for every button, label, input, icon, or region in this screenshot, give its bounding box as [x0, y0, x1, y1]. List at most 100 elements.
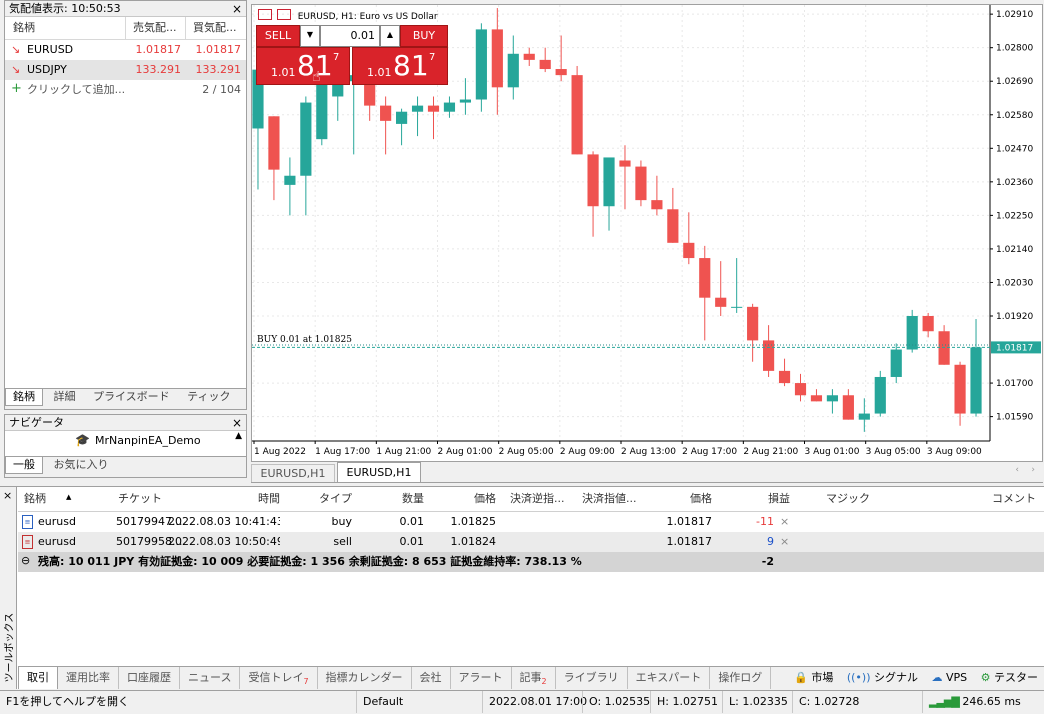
buy-button[interactable]: BUY [400, 25, 448, 47]
tab-ticks[interactable]: ティック [180, 389, 237, 405]
bid-price: 133.291 [135, 63, 182, 76]
tab-general[interactable]: 一般 [5, 457, 43, 474]
tab-news[interactable]: ニュース [180, 667, 241, 689]
symbol-name: USDJPY [27, 63, 67, 76]
close-icon[interactable]: × [232, 1, 242, 17]
sell-button[interactable]: SELL [256, 25, 300, 47]
col-profit[interactable]: 損益 [718, 489, 790, 509]
tab-articles[interactable]: 記事2 [512, 667, 556, 689]
status-help: F1を押してヘルプを開く [6, 695, 129, 708]
tab-favorites[interactable]: お気に入り [47, 457, 116, 473]
tester-link[interactable]: テスター [994, 671, 1038, 684]
scroll-up-icon[interactable]: ▲ [235, 431, 242, 441]
col-ask[interactable]: 買気配... [193, 18, 237, 38]
order-line-label: BUY 0.01 at 1.01825 [257, 335, 352, 345]
navigator-item[interactable]: 🎓 MrNanpinEA_Demo ▲ [5, 431, 246, 451]
tab-priceboard[interactable]: プライスボード [86, 389, 177, 405]
add-symbol-row[interactable]: + クリックして追加... 2 / 104 [5, 80, 246, 100]
col-symbol[interactable]: 銘柄 [24, 489, 46, 509]
candle-body [715, 297, 727, 307]
y-tick-label: 1.01700 [996, 379, 1033, 389]
chart-symbol-title: EURUSD, H1: Euro vs US Dollar [297, 12, 438, 22]
chart-area[interactable]: BUY 0.01 at 1.01825 1.02910 1.02800 1.02690… [251, 4, 1043, 462]
status-high: H: 1.02751 [650, 691, 722, 713]
candle-body [396, 111, 408, 124]
lock-icon: 🔒 [794, 671, 808, 684]
col-magic[interactable]: マジック [798, 489, 870, 509]
lot-dropdown[interactable]: ▼ [300, 25, 320, 47]
tab-library[interactable]: ライブラリ [556, 667, 628, 689]
col-price[interactable]: 価格 [430, 489, 496, 509]
market-link[interactable]: 市場 [811, 671, 833, 684]
status-ping: ▂▃▅▇ 246.65 ms [922, 691, 1044, 713]
collapse-icon[interactable]: ⊖ [21, 554, 30, 567]
col-tp[interactable]: 決済指値... [582, 489, 637, 509]
candle-body [683, 242, 695, 259]
trade-row[interactable]: ≡ eurusd 50179958... 2022.08.03 10:50:49… [18, 532, 1044, 552]
tab-exposure[interactable]: 運用比率 [58, 667, 119, 689]
sort-up-icon: ▲ [66, 493, 72, 501]
ask-price: 133.291 [195, 63, 242, 76]
status-bar: F1を押してヘルプを開く Default 2022.08.01 17:00 O:… [0, 690, 1044, 714]
add-symbol-label: クリックして追加... [27, 83, 126, 96]
gear-icon: ⚙ [980, 671, 991, 684]
close-icon[interactable]: × [232, 415, 242, 431]
vps-link[interactable]: VPS [946, 671, 967, 684]
col-time[interactable]: 時間 [188, 489, 280, 509]
tab-mailbox[interactable]: 受信トレイ7 [240, 667, 318, 689]
col-symbol[interactable]: 銘柄 [13, 18, 35, 38]
col-comment[interactable]: コメント [878, 489, 1036, 509]
scroll-left-icon[interactable]: ‹ [1015, 465, 1019, 475]
ping-value: 246.65 ms [962, 695, 1021, 708]
col-current-price[interactable]: 価格 [648, 489, 712, 509]
close-position-icon[interactable]: × [780, 535, 789, 548]
x-tick-label: 3 Aug 01:00 [805, 447, 860, 457]
y-tick-label: 1.02470 [996, 144, 1033, 154]
status-profile[interactable]: Default [356, 691, 482, 713]
signals-link[interactable]: シグナル [874, 671, 918, 684]
chart-tab[interactable]: EURUSD,H1 [251, 464, 335, 482]
close-icon[interactable]: × [3, 489, 12, 502]
status-close: C: 1.02728 [792, 691, 922, 713]
one-click-trading: SELL ▼ 0.01 ▲ BUY 1.01 81 7 1.01 81 7 ☝ [256, 25, 448, 85]
col-type[interactable]: タイプ [286, 489, 352, 509]
toolbox-panel: × ツールボックス 銘柄 ▲ チケット 時間 タイプ 数量 価格 決済逆指...… [0, 486, 1044, 689]
x-tick-label: 2 Aug 17:00 [682, 447, 737, 457]
navigator-tabs: 一般 お気に入り [5, 456, 246, 477]
trade-profit: 9 [767, 535, 774, 548]
mailbox-badge: 7 [303, 677, 309, 687]
lot-input[interactable]: 0.01 [320, 25, 380, 47]
col-ticket[interactable]: チケット [118, 489, 162, 509]
y-tick-label: 1.02690 [996, 77, 1033, 87]
account-summary: 残高: 10 011 JPY 有効証拠金: 10 009 必要証拠金: 1 35… [38, 555, 582, 568]
chart-tab-active[interactable]: EURUSD,H1 [337, 462, 421, 482]
candle-icon [276, 9, 291, 20]
tab-details[interactable]: 詳細 [47, 389, 83, 405]
tab-experts[interactable]: エキスパート [628, 667, 711, 689]
toolbox-side-label: × ツールボックス [0, 487, 17, 689]
tab-company[interactable]: 会社 [412, 667, 451, 689]
trade-row[interactable]: ≡ eurusd 50179947... 2022.08.03 10:41:43… [18, 512, 1044, 532]
tab-journal[interactable]: 操作ログ [710, 667, 772, 689]
col-volume[interactable]: 数量 [358, 489, 424, 509]
candle-body [731, 306, 743, 308]
trades-header: 銘柄 ▲ チケット 時間 タイプ 数量 価格 決済逆指... 決済指値... 価… [18, 487, 1044, 512]
trade-profit: -11 [756, 515, 774, 528]
sell-price-button[interactable]: 1.01 81 7 [256, 47, 350, 85]
tab-history[interactable]: 口座履歴 [119, 667, 180, 689]
account-summary-row: ⊖ 残高: 10 011 JPY 有効証拠金: 10 009 必要証拠金: 1 … [18, 552, 1044, 572]
tab-symbols[interactable]: 銘柄 [5, 389, 43, 406]
tab-calendar[interactable]: 指標カレンダー [318, 667, 412, 689]
tab-trade[interactable]: 取引 [18, 667, 58, 689]
buy-price-button[interactable]: 1.01 81 7 [352, 47, 448, 85]
trade-current-price: 1.01817 [666, 535, 713, 548]
lot-up[interactable]: ▲ [380, 25, 400, 47]
col-bid[interactable]: 売気配... [133, 18, 177, 38]
col-sl[interactable]: 決済逆指... [510, 489, 565, 509]
market-watch-row[interactable]: ↘ EURUSD 1.01817 1.01817 [5, 40, 246, 60]
hand-cursor-icon: ☝ [312, 69, 321, 85]
scroll-right-icon[interactable]: › [1031, 465, 1035, 475]
tab-alerts[interactable]: アラート [451, 667, 512, 689]
market-watch-row[interactable]: ↘ USDJPY 133.291 133.291 [5, 60, 246, 80]
close-position-icon[interactable]: × [780, 515, 789, 528]
